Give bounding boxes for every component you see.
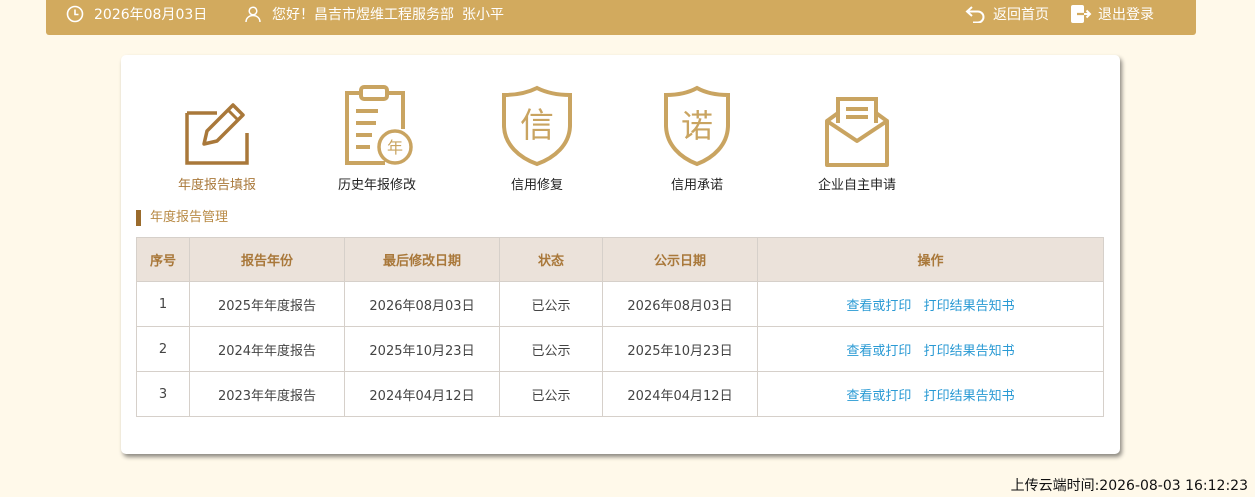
table-row: 2 2024年年度报告 2025年10月23日 已公示 2025年10月23日 …	[136, 326, 1104, 372]
menu-credit-repair[interactable]: 信 信用修复	[477, 83, 597, 193]
return-home-button[interactable]: 返回首页	[965, 0, 1049, 28]
shield-nuo-icon: 诺	[637, 83, 757, 167]
menu-label: 企业自主申请	[817, 178, 896, 193]
cell-modified: 2024年04月12日	[344, 371, 500, 417]
logout-label: 退出登录	[1098, 7, 1154, 23]
cell-modified: 2025年10月23日	[344, 326, 500, 372]
svg-text:年: 年	[387, 138, 403, 157]
menu-label: 历史年报修改	[337, 178, 416, 193]
annual-report-table: 序号 报告年份 最后修改日期 状态 公示日期 操作 1 2025年年度报告 20…	[136, 237, 1104, 417]
cell-no: 1	[136, 281, 190, 327]
col-header-no: 序号	[136, 237, 190, 282]
view-print-link[interactable]: 查看或打印	[846, 344, 911, 359]
cell-no: 2	[136, 326, 190, 372]
envelope-icon	[797, 83, 917, 167]
table-row: 1 2025年年度报告 2026年08月03日 已公示 2026年08月03日 …	[136, 281, 1104, 327]
menu-label: 信用承诺	[670, 178, 723, 193]
cell-actions: 查看或打印 打印结果告知书	[757, 371, 1104, 417]
menu-annual-report-fill[interactable]: 年度报告填报	[157, 83, 277, 193]
return-arrow-icon	[965, 5, 987, 23]
print-notice-link[interactable]: 打印结果告知书	[924, 344, 1015, 359]
cell-year: 2023年年度报告	[189, 371, 345, 417]
cell-published: 2025年10月23日	[602, 326, 758, 372]
col-header-published: 公示日期	[602, 237, 758, 282]
function-menu: 年度报告填报 年 历史年报修改 信 信用修复 诺 信用承诺 企业自主申请	[121, 55, 1120, 195]
cell-no: 3	[136, 371, 190, 417]
cell-published: 2024年04月12日	[602, 371, 758, 417]
cell-status: 已公示	[499, 371, 603, 417]
cell-year: 2025年年度报告	[189, 281, 345, 327]
print-notice-link[interactable]: 打印结果告知书	[924, 389, 1015, 404]
clock-icon	[66, 5, 84, 23]
print-notice-link[interactable]: 打印结果告知书	[924, 299, 1015, 314]
clipboard-year-icon: 年	[317, 83, 437, 167]
view-print-link[interactable]: 查看或打印	[846, 389, 911, 404]
menu-label: 年度报告填报	[177, 178, 256, 193]
shield-xin-icon: 信	[477, 83, 597, 167]
menu-label: 信用修复	[510, 178, 563, 193]
cell-published: 2026年08月03日	[602, 281, 758, 327]
current-date: 2026年08月03日	[94, 7, 208, 23]
main-panel: 年度报告填报 年 历史年报修改 信 信用修复 诺 信用承诺 企业自主申请 年度报…	[121, 55, 1120, 454]
date-display: 2026年08月03日	[66, 0, 207, 28]
cell-status: 已公示	[499, 326, 603, 372]
menu-self-application[interactable]: 企业自主申请	[797, 83, 917, 193]
cell-modified: 2026年08月03日	[344, 281, 500, 327]
upload-time-text: 上传云端时间:2026-08-03 16:12:23	[1010, 478, 1248, 494]
logout-button[interactable]: 退出登录	[1070, 0, 1154, 28]
greeting-text: 您好！昌吉市煜维工程服务部	[272, 7, 454, 23]
return-home-label: 返回首页	[993, 7, 1049, 23]
menu-history-report-edit[interactable]: 年 历史年报修改	[317, 83, 437, 193]
user-info: 您好！昌吉市煜维工程服务部 张小平	[244, 0, 504, 28]
cell-actions: 查看或打印 打印结果告知书	[757, 326, 1104, 372]
col-header-status: 状态	[499, 237, 603, 282]
svg-text:信: 信	[520, 106, 554, 146]
svg-text:诺: 诺	[681, 107, 713, 145]
cell-status: 已公示	[499, 281, 603, 327]
user-icon	[244, 5, 262, 23]
section-title: 年度报告管理	[136, 210, 228, 226]
view-print-link[interactable]: 查看或打印	[846, 299, 911, 314]
menu-credit-commitment[interactable]: 诺 信用承诺	[637, 83, 757, 193]
logout-icon	[1070, 4, 1092, 24]
col-header-modified: 最后修改日期	[344, 237, 500, 282]
table-row: 3 2023年年度报告 2024年04月12日 已公示 2024年04月12日 …	[136, 371, 1104, 417]
col-header-year: 报告年份	[189, 237, 345, 282]
col-header-actions: 操作	[757, 237, 1104, 282]
top-bar: 2026年08月03日 您好！昌吉市煜维工程服务部 张小平 返回首页 退出登录	[46, 0, 1196, 35]
table-header-row: 序号 报告年份 最后修改日期 状态 公示日期 操作	[136, 237, 1104, 282]
user-name: 张小平	[462, 7, 504, 23]
cell-actions: 查看或打印 打印结果告知书	[757, 281, 1104, 327]
edit-form-icon	[157, 83, 277, 167]
cell-year: 2024年年度报告	[189, 326, 345, 372]
